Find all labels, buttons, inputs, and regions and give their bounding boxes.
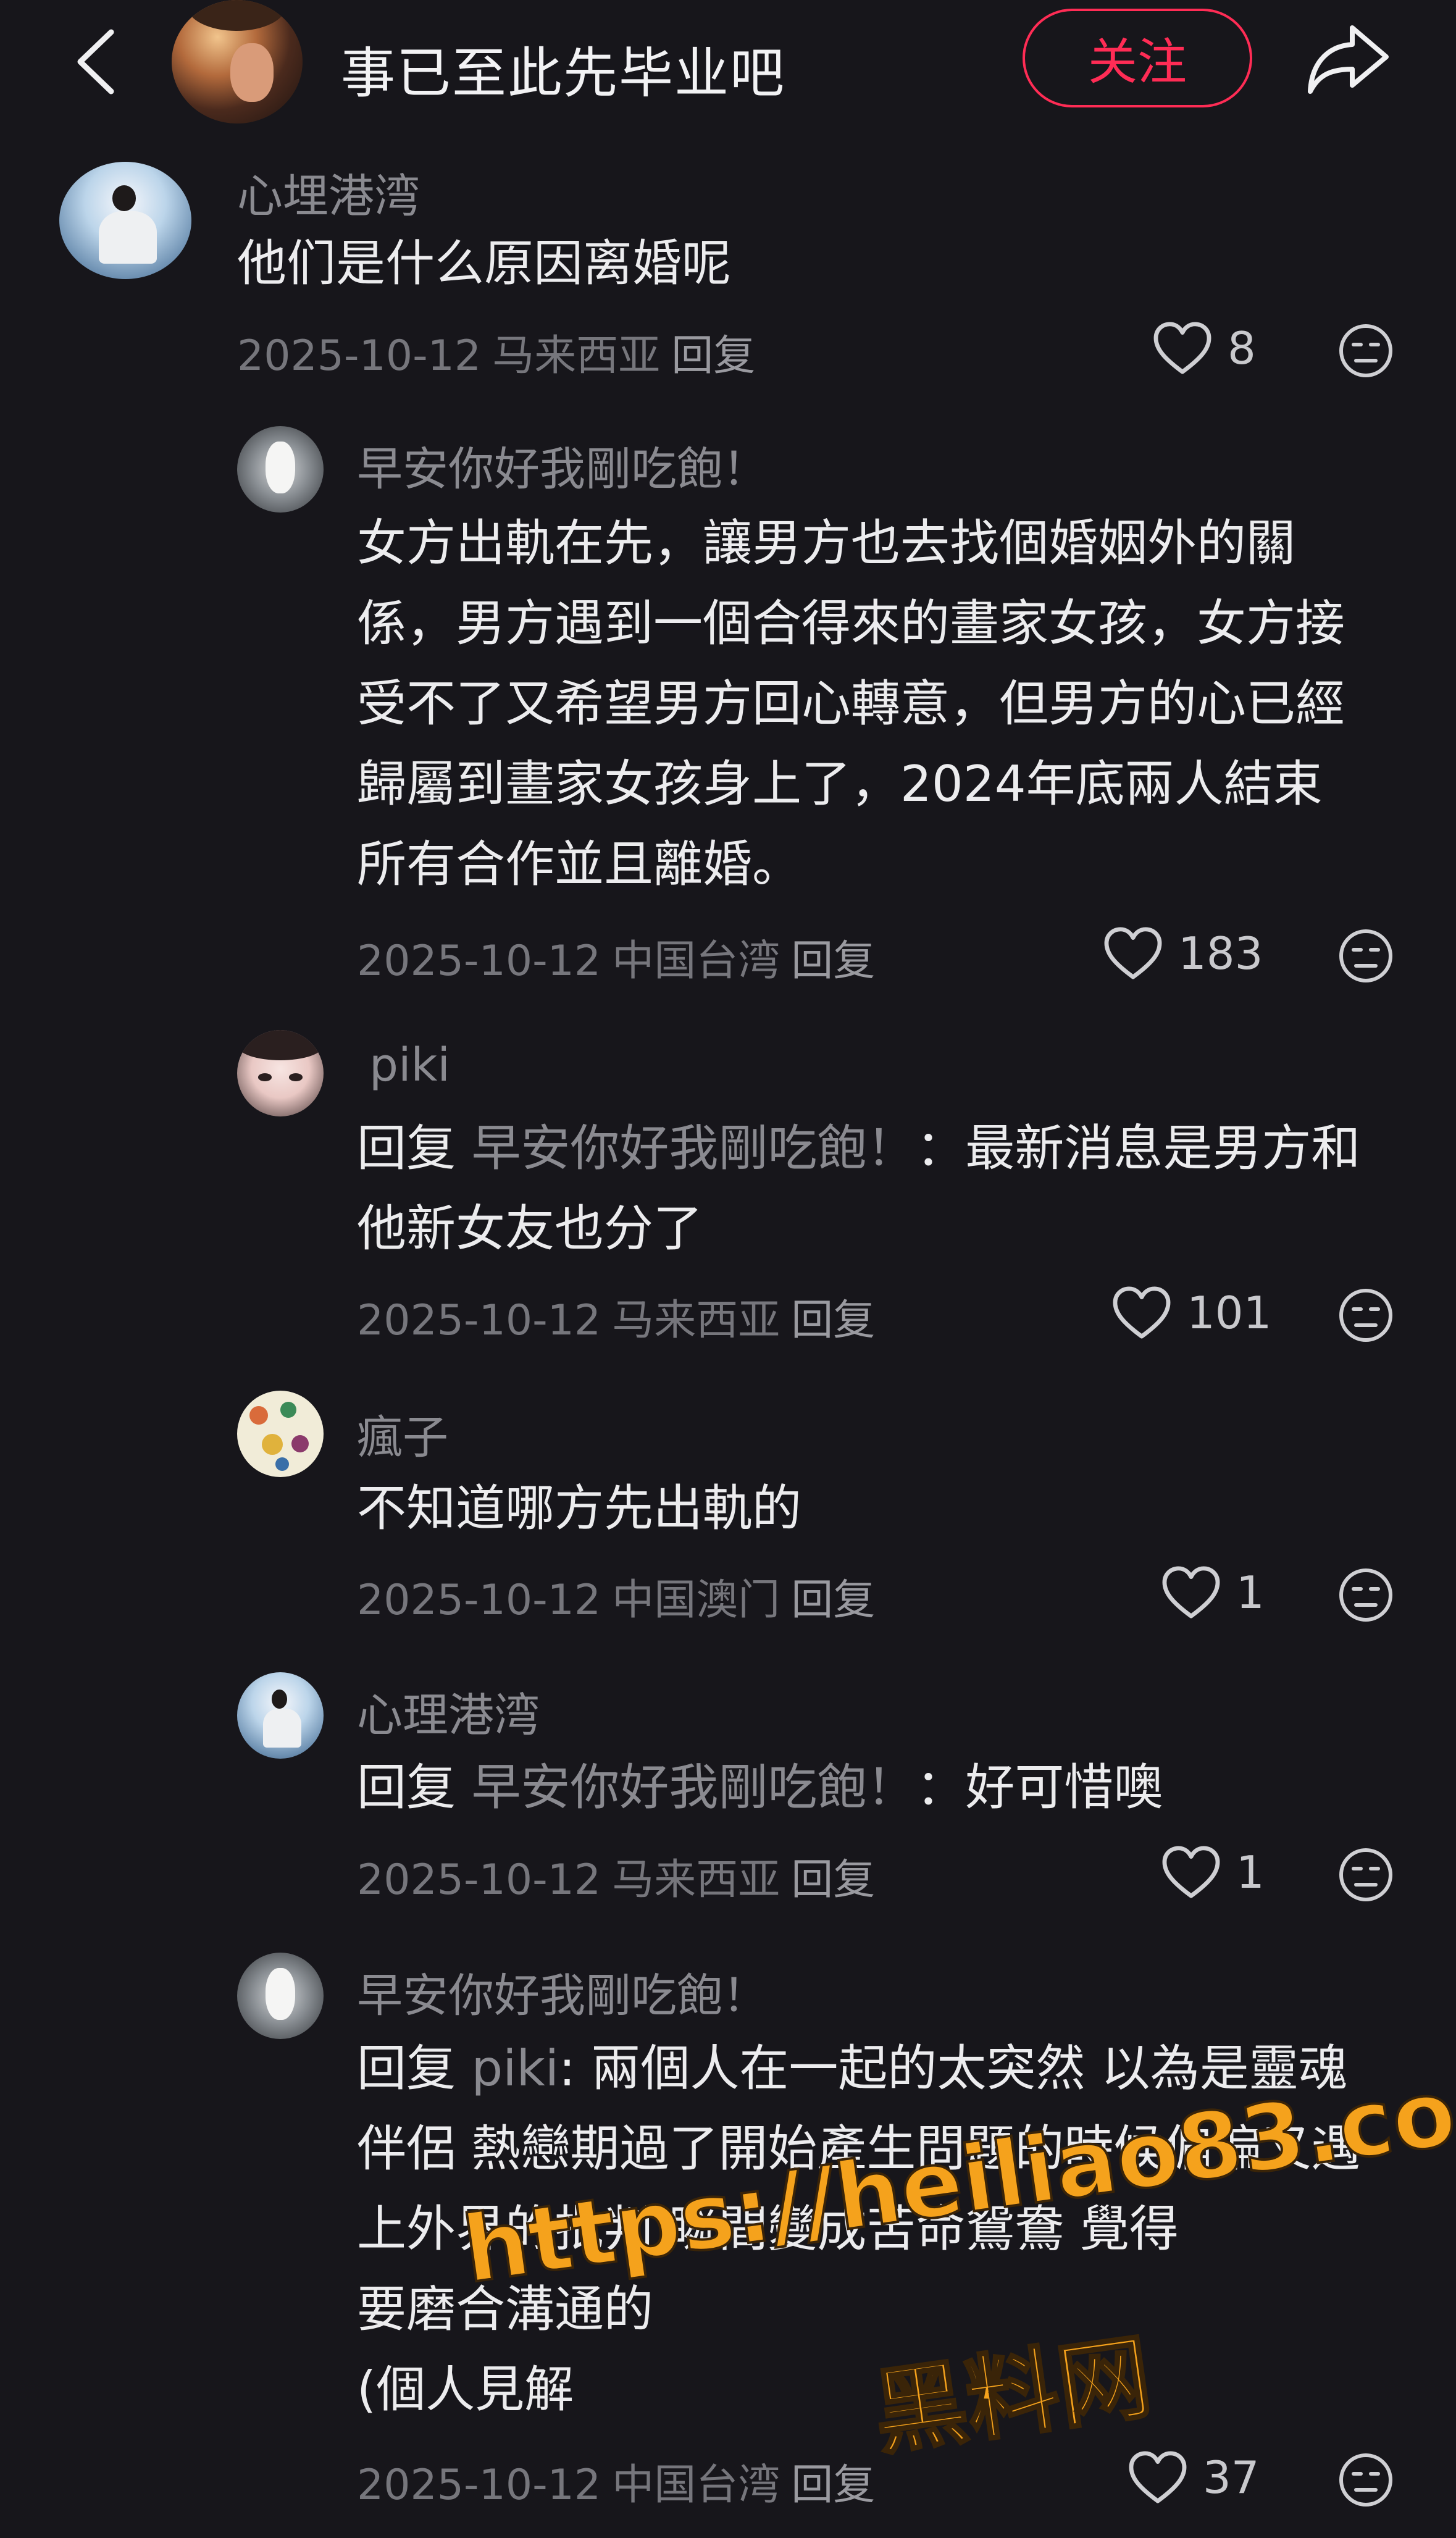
comment-meta: 2025-10-12 马来西亚 回复 xyxy=(237,321,766,382)
reply-button[interactable]: 回复 xyxy=(791,1856,875,1904)
comment-username[interactable]: 早安你好我剛吃飽！ xyxy=(357,432,768,498)
comment-username[interactable]: 心埋港湾 xyxy=(237,159,420,225)
heart-icon xyxy=(1153,322,1211,374)
like-count: 8 xyxy=(1228,322,1256,374)
author-avatar[interactable] xyxy=(172,0,303,124)
comment-username[interactable]: 心理港湾 xyxy=(357,1678,540,1744)
comment-location: 马来西亚 xyxy=(492,332,661,380)
comment-date: 2025-10-12 xyxy=(357,2461,601,2510)
like-count: 1 xyxy=(1236,1567,1265,1619)
reply-button[interactable]: 回复 xyxy=(791,2461,875,2510)
avatar[interactable] xyxy=(237,426,324,513)
like-button[interactable]: 1 xyxy=(1161,1565,1265,1620)
avatar[interactable] xyxy=(59,162,191,279)
heart-icon xyxy=(1162,1846,1220,1898)
heart-icon xyxy=(1129,2451,1187,2503)
comment-username[interactable]: 瘋子 xyxy=(357,1401,448,1467)
dislike-face-icon[interactable] xyxy=(1337,1287,1394,1344)
comment-text: 回复 早安你好我剛吃飽！：最新消息是男方和 他新女友也分了 xyxy=(357,1120,1361,1257)
comment-date: 2025-10-12 xyxy=(237,332,482,380)
dislike-face-icon[interactable] xyxy=(1337,2452,1394,2508)
dislike-face-icon[interactable] xyxy=(1337,1567,1394,1623)
like-button[interactable]: 37 xyxy=(1128,2450,1260,2505)
comment-location: 中国台湾 xyxy=(612,937,780,986)
like-button[interactable]: 101 xyxy=(1111,1286,1271,1340)
comment-date: 2025-10-12 xyxy=(357,1856,601,1904)
comment-location: 中国澳门 xyxy=(612,1576,780,1625)
comment-meta: 2025-10-12 中国台湾 回复 xyxy=(357,2450,886,2511)
follow-button[interactable]: 关注 xyxy=(1023,9,1252,107)
like-count: 37 xyxy=(1203,2452,1260,2503)
comment-location: 中国台湾 xyxy=(612,2461,780,2510)
comment-location: 马来西亚 xyxy=(612,1296,780,1345)
avatar[interactable] xyxy=(237,1030,324,1116)
reply-button[interactable]: 回复 xyxy=(791,1296,875,1345)
heart-icon xyxy=(1104,927,1162,979)
heart-icon xyxy=(1113,1286,1171,1339)
comment-meta: 2025-10-12 马来西亚 回复 xyxy=(357,1845,886,1906)
reply-button[interactable]: 回复 xyxy=(791,937,875,986)
chevron-left-icon[interactable] xyxy=(62,25,130,99)
like-count: 183 xyxy=(1178,928,1263,979)
like-button[interactable]: 1 xyxy=(1161,1845,1265,1899)
like-count: 1 xyxy=(1236,1846,1265,1898)
comment-text: 女方出軌在先，讓男方也去找個婚姻外的關 係，男方遇到一個合得來的畫家女孩，女方接… xyxy=(357,514,1345,893)
reply-button[interactable]: 回复 xyxy=(791,1576,875,1625)
reply-target[interactable]: 早安你好我剛吃飽！ xyxy=(471,1759,916,1816)
comment-meta: 2025-10-12 中国台湾 回复 xyxy=(357,926,886,987)
comment-location: 马来西亚 xyxy=(612,1856,780,1904)
dislike-face-icon[interactable] xyxy=(1337,322,1394,379)
comment-date: 2025-10-12 xyxy=(357,937,601,986)
share-arrow-icon[interactable] xyxy=(1303,19,1395,99)
dislike-face-icon[interactable] xyxy=(1337,928,1394,984)
comment-meta: 2025-10-12 中国澳门 回复 xyxy=(357,1565,886,1627)
comment-date: 2025-10-12 xyxy=(357,1296,601,1345)
like-button[interactable]: 8 xyxy=(1152,321,1256,375)
like-count: 101 xyxy=(1187,1287,1272,1339)
comment-text: 他们是什么原因离婚呢 xyxy=(237,235,731,292)
avatar[interactable] xyxy=(237,1953,324,2039)
comment-username[interactable]: 早安你好我剛吃飽！ xyxy=(357,1959,768,2025)
page-title: 事已至此先毕业吧 xyxy=(341,41,786,105)
reply-target[interactable]: 早安你好我剛吃飽！ xyxy=(471,1120,916,1177)
reply-target[interactable]: piki xyxy=(471,2040,559,2097)
avatar[interactable] xyxy=(237,1672,324,1759)
top-bar: 事已至此先毕业吧 关注 xyxy=(0,0,1456,124)
comment-text: 不知道哪方先出軌的 xyxy=(357,1480,801,1537)
avatar[interactable] xyxy=(237,1391,324,1477)
reply-button[interactable]: 回复 xyxy=(671,332,755,380)
comment-text: 回复 早安你好我剛吃飽！：好可惜噢 xyxy=(357,1759,1163,1816)
comment-meta: 2025-10-12 马来西亚 回复 xyxy=(357,1286,886,1347)
dislike-face-icon[interactable] xyxy=(1337,1846,1394,1903)
comment-username[interactable]: piki xyxy=(369,1039,450,1092)
heart-icon xyxy=(1162,1566,1220,1619)
comment-date: 2025-10-12 xyxy=(357,1576,601,1625)
like-button[interactable]: 183 xyxy=(1103,926,1263,981)
